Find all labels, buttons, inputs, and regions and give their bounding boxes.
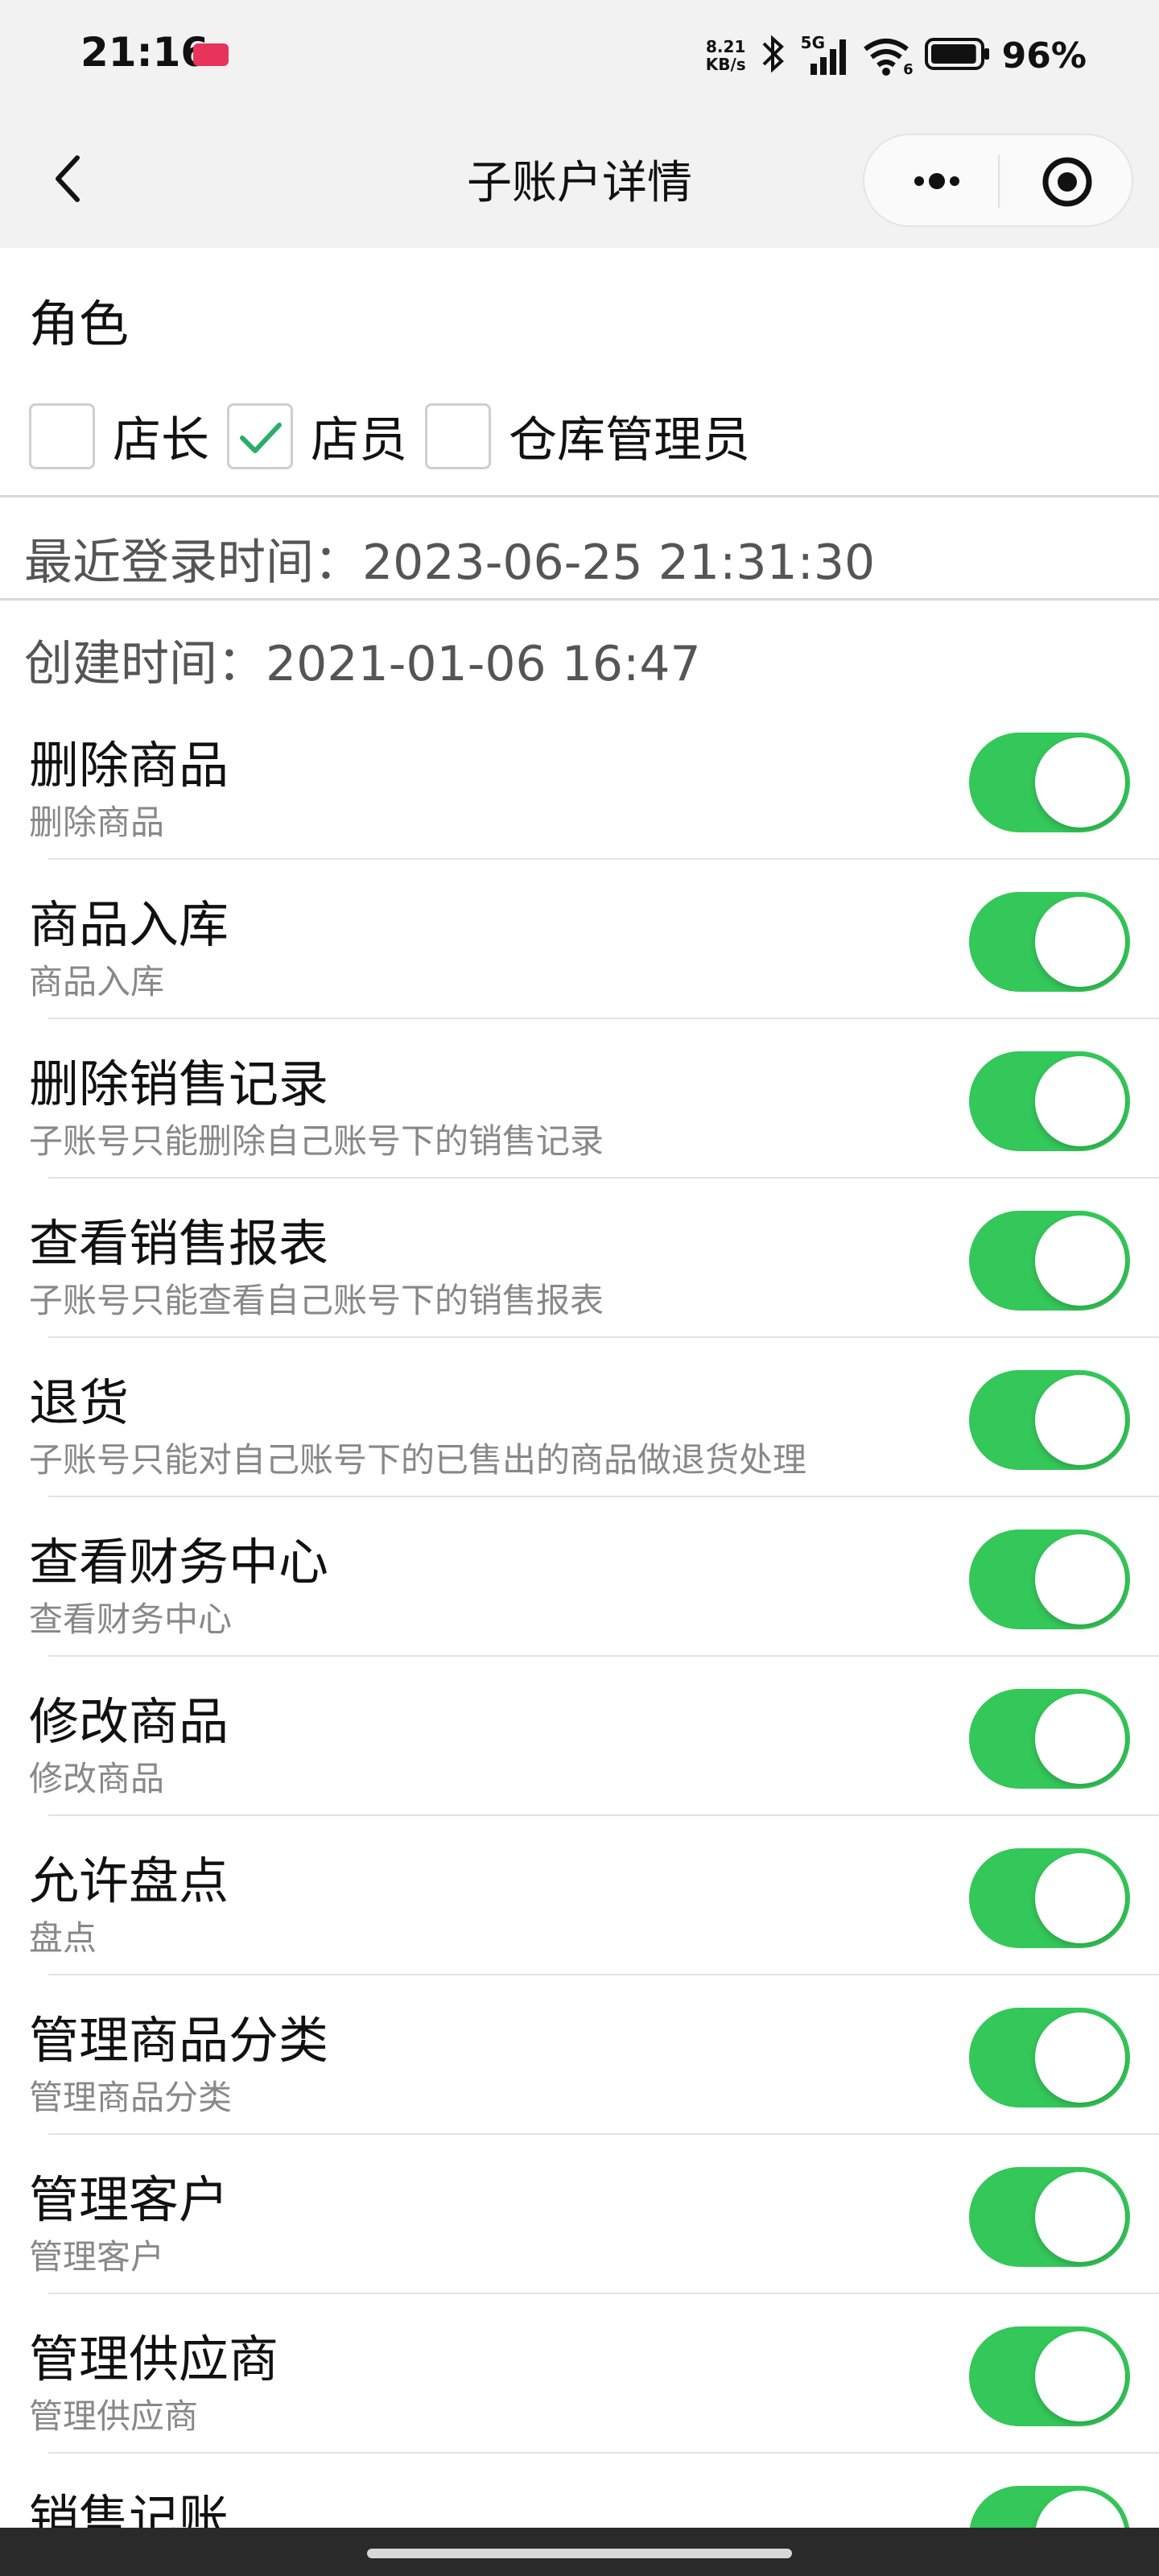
permission-desc: 子账号只能对自己账号下的已售出的商品做退货处理 xyxy=(29,1440,807,1480)
toggle-knob xyxy=(1035,897,1125,987)
bluetooth-icon xyxy=(757,32,790,79)
net-speed-unit: KB/s xyxy=(705,55,746,74)
status-bar: 21:16 8.21 KB/s 5G 6 96% xyxy=(0,0,1159,113)
toggle-knob xyxy=(1035,1853,1125,1943)
last-login-row: 最近登录时间：2023-06-25 21:31:30 xyxy=(0,499,1159,601)
nav-bar: 子账户详情 xyxy=(0,113,1159,248)
role-label: 仓库管理员 xyxy=(509,412,750,469)
toggle-knob xyxy=(1035,1534,1125,1624)
permission-desc: 查看财务中心 xyxy=(29,1600,233,1639)
permission-title: 查看财务中心 xyxy=(29,1533,329,1591)
permission-toggle[interactable] xyxy=(969,2008,1130,2107)
permission-item: 查看销售报表 子账号只能查看自己账号下的销售报表 xyxy=(0,1179,1159,1338)
permission-desc: 修改商品 xyxy=(29,1759,165,1798)
permission-item: 退货 子账号只能对自己账号下的已售出的商品做退货处理 xyxy=(0,1338,1159,1497)
role-checkbox[interactable] xyxy=(425,402,491,469)
toggle-knob xyxy=(1035,1056,1125,1146)
mini-program-capsule xyxy=(863,134,1133,227)
toggle-knob xyxy=(1035,2172,1125,2262)
net-speed-value: 8.21 xyxy=(706,37,746,56)
permission-title: 修改商品 xyxy=(29,1692,229,1751)
battery-percent: 96% xyxy=(1001,35,1087,76)
more-button[interactable] xyxy=(905,156,969,206)
permission-list: 删除商品 删除商品 商品入库 商品入库 删除销售记录 子账号只能删除自己账号下的… xyxy=(0,700,1159,2576)
signal-icon: 5G xyxy=(801,33,851,78)
permission-item: 删除销售记录 子账号只能删除自己账号下的销售记录 xyxy=(0,1019,1159,1179)
toggle-knob xyxy=(1035,1375,1125,1465)
status-time: 21:16 xyxy=(80,29,209,76)
permission-item: 商品入库 商品入库 xyxy=(0,860,1159,1019)
last-login-text: 最近登录时间：2023-06-25 21:31:30 xyxy=(24,535,876,591)
permission-title: 删除商品 xyxy=(29,736,229,795)
permission-title: 退货 xyxy=(29,1373,130,1432)
permission-desc: 管理商品分类 xyxy=(29,2078,233,2117)
permission-title: 查看销售报表 xyxy=(29,1214,329,1273)
toggle-knob xyxy=(1035,737,1125,828)
permission-toggle[interactable] xyxy=(969,1051,1130,1151)
home-indicator[interactable] xyxy=(367,2549,792,2558)
permission-desc: 管理供应商 xyxy=(29,2396,199,2436)
permission-desc: 盘点 xyxy=(29,1918,97,1958)
permission-item: 查看财务中心 查看财务中心 xyxy=(0,1497,1159,1657)
permission-item: 修改商品 修改商品 xyxy=(0,1657,1159,1816)
permission-toggle[interactable] xyxy=(969,1370,1130,1470)
permission-title: 管理供应商 xyxy=(29,2330,279,2388)
permission-toggle[interactable] xyxy=(969,892,1130,992)
battery-icon xyxy=(924,36,991,75)
close-button[interactable] xyxy=(1040,155,1095,209)
screen-record-icon xyxy=(193,43,229,66)
permission-desc: 商品入库 xyxy=(29,962,165,1001)
gesture-bar xyxy=(0,2528,1159,2576)
permission-desc: 子账号只能查看自己账号下的销售报表 xyxy=(29,1281,604,1320)
role-section: 角色 店长 店员 仓库管理员 xyxy=(0,248,1159,497)
permission-toggle[interactable] xyxy=(969,1848,1130,1948)
wifi-badge: 6 xyxy=(903,61,914,78)
checkmark-icon xyxy=(240,422,282,453)
more-dots-icon xyxy=(914,173,959,189)
net-speed: 8.21 KB/s xyxy=(706,38,746,73)
permission-desc: 管理客户 xyxy=(29,2237,165,2277)
role-option-store-manager[interactable]: 店长 xyxy=(29,401,227,471)
role-option-clerk[interactable]: 店员 xyxy=(227,401,425,471)
role-options: 店长 店员 仓库管理员 xyxy=(29,401,768,471)
permission-title: 商品入库 xyxy=(29,895,229,954)
created-time-text: 创建时间：2021-01-06 16:47 xyxy=(24,636,701,692)
permission-item: 允许盘点 盘点 xyxy=(0,1816,1159,1975)
toggle-knob xyxy=(1035,2013,1125,2103)
toggle-knob xyxy=(1035,1216,1125,1306)
toggle-knob xyxy=(1035,2331,1125,2421)
permission-toggle[interactable] xyxy=(969,733,1130,832)
role-checkbox[interactable] xyxy=(227,402,293,469)
capsule-divider xyxy=(998,155,1000,208)
permission-toggle[interactable] xyxy=(969,1689,1130,1789)
permission-item: 管理供应商 管理供应商 xyxy=(0,2294,1159,2454)
permission-item: 删除商品 删除商品 xyxy=(0,700,1159,860)
close-target-icon xyxy=(1042,157,1092,207)
permission-toggle[interactable] xyxy=(969,2167,1130,2267)
permission-desc: 删除商品 xyxy=(29,803,165,842)
role-option-warehouse-admin[interactable]: 仓库管理员 xyxy=(425,401,768,471)
permission-toggle[interactable] xyxy=(969,1211,1130,1311)
status-indicators: 8.21 KB/s 5G 6 96% xyxy=(706,27,1087,84)
role-label: 店员 xyxy=(311,412,407,469)
permission-toggle[interactable] xyxy=(969,1530,1130,1629)
permission-title: 管理客户 xyxy=(29,2170,229,2229)
permission-desc: 子账号只能删除自己账号下的销售记录 xyxy=(29,1121,604,1161)
permission-title: 管理商品分类 xyxy=(29,2011,329,2070)
permission-title: 删除销售记录 xyxy=(29,1055,329,1113)
toggle-knob xyxy=(1035,1694,1125,1784)
permission-item: 管理商品分类 管理商品分类 xyxy=(0,1975,1159,2135)
permission-toggle[interactable] xyxy=(969,2326,1130,2426)
role-heading: 角色 xyxy=(29,295,130,353)
permission-item: 管理客户 管理客户 xyxy=(0,2135,1159,2294)
permission-title: 允许盘点 xyxy=(29,1852,229,1910)
role-label: 店长 xyxy=(113,412,209,469)
role-checkbox[interactable] xyxy=(29,402,95,469)
wifi-icon: 6 xyxy=(862,33,914,78)
created-time-row: 创建时间：2021-01-06 16:47 xyxy=(0,601,1159,702)
